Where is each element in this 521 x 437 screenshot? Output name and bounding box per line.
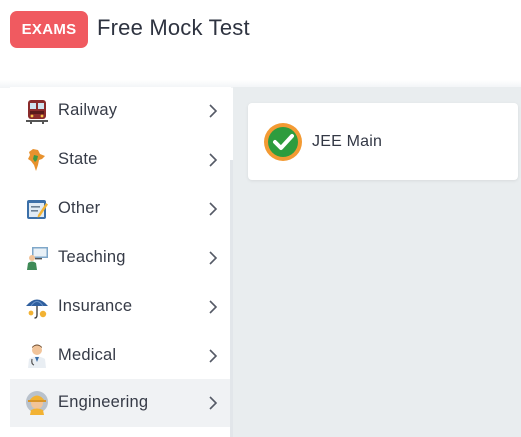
- sidebar-item-label: Railway: [58, 101, 118, 119]
- chevron-right-icon: [209, 104, 218, 118]
- exams-badge[interactable]: EXAMS: [10, 11, 88, 48]
- exam-list-panel: JEE Main: [233, 87, 521, 437]
- category-sidebar: Railway State Other Teaching Insurance M…: [10, 87, 231, 437]
- sidebar-item-label: Insurance: [58, 297, 133, 315]
- sidebar-item-other[interactable]: Other: [10, 185, 231, 233]
- chevron-right-icon: [209, 349, 218, 363]
- sidebar-item-engineering[interactable]: Engineering: [10, 379, 231, 427]
- sidebar-item-state[interactable]: State: [10, 136, 231, 184]
- header: EXAMS Free Mock Test: [0, 0, 521, 80]
- doctor-icon: [28, 344, 46, 368]
- chevron-right-icon: [209, 251, 218, 265]
- sidebar-item-label: Medical: [58, 346, 117, 364]
- exam-title: JEE Main: [312, 133, 383, 150]
- sidebar-item-medical[interactable]: Medical: [10, 332, 231, 380]
- chevron-right-icon: [209, 202, 218, 216]
- chevron-right-icon: [209, 153, 218, 167]
- sidebar-item-teaching[interactable]: Teaching: [10, 234, 231, 282]
- page-title: Free Mock Test: [97, 15, 250, 40]
- train-icon: [26, 100, 48, 124]
- sidebar-item-label: Other: [58, 199, 101, 217]
- teacher-board-icon: [27, 247, 48, 270]
- chevron-right-icon: [209, 396, 218, 410]
- sidebar-item-insurance[interactable]: Insurance: [10, 283, 231, 331]
- umbrella-icon: [26, 299, 48, 319]
- sidebar-item-railway[interactable]: Railway: [10, 87, 231, 135]
- engineer-helmet-icon: [26, 391, 48, 415]
- sidebar-item-label: Engineering: [58, 393, 149, 411]
- chevron-right-icon: [209, 300, 218, 314]
- india-map-icon: [28, 149, 45, 171]
- sidebar-item-label: State: [58, 150, 98, 168]
- sidebar-item-label: Teaching: [58, 248, 126, 266]
- clipboard-pen-icon: [27, 200, 48, 219]
- check-badge-icon: [264, 123, 302, 161]
- exam-card-jee-main[interactable]: JEE Main: [248, 103, 518, 180]
